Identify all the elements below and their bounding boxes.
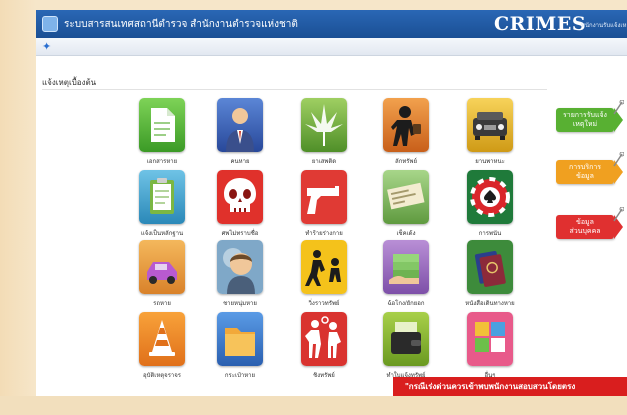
personal-info-label: ข้อมูล ส่วนบุคคล — [569, 219, 601, 235]
tile-label: ชิงทรัพย์ — [313, 373, 335, 379]
title-bar: ระบบสารสนเทศสถานีตำรวจ สำนักงานตำรวจแห่ง… — [36, 10, 627, 38]
robbery-icon — [301, 312, 347, 366]
tile-passport-lost[interactable]: หนังสือเดินทางหาย — [460, 240, 520, 320]
check-icon — [383, 170, 429, 224]
car-front-icon — [467, 98, 513, 152]
running-thief-icon — [301, 240, 347, 294]
tile-theft[interactable]: ลักทรัพย์ — [376, 98, 436, 178]
tile-gambling[interactable]: การพนัน — [460, 170, 520, 250]
app-icon — [42, 16, 58, 32]
tile-label: การพนัน — [478, 231, 502, 237]
tile-label: ยาเสพติด — [311, 159, 337, 165]
toolbar: ✦ — [36, 38, 627, 56]
pin-icon — [613, 207, 624, 222]
app-window: ระบบสารสนเทศสถานีตำรวจ สำนักงานตำรวจแห่ง… — [36, 10, 627, 396]
tile-label: ฉ้อโกง/ยักยอก — [387, 301, 425, 307]
section-divider — [42, 89, 547, 90]
tile-label: แจ้งเป็นหลักฐาน — [140, 231, 184, 237]
tile-fraud[interactable]: ฉ้อโกง/ยักยอก — [376, 240, 436, 320]
brand-logo: CRIMES — [494, 13, 587, 35]
tile-narcotics[interactable]: ยาเสพติด — [294, 98, 354, 178]
cannabis-leaf-icon — [301, 98, 347, 152]
tile-assault[interactable]: ทำร้ายร่างกาย — [294, 170, 354, 250]
gun-icon — [301, 170, 347, 224]
tile-label: ยานพาหนะ — [475, 159, 505, 165]
tile-vehicle[interactable]: ยานพาหนะ — [460, 98, 520, 178]
window-title: ระบบสารสนเทศสถานีตำรวจ สำนักงานตำรวจแห่ง… — [64, 19, 298, 30]
tile-label: เช็คเด้ง — [396, 231, 416, 237]
data-service-button[interactable]: การบริการ ข้อมูล — [556, 160, 623, 184]
tile-label: วิ่งราวทรัพย์ — [308, 301, 340, 307]
new-report-list-button[interactable]: รายการรับแจ้ง เหตุใหม่ — [556, 108, 623, 132]
section-title: แจ้งเหตุเบื้องต้น — [42, 78, 97, 87]
traffic-cone-icon — [139, 312, 185, 366]
tile-lost-documents[interactable]: เอกสารหาย — [132, 98, 192, 178]
personal-info-button[interactable]: ข้อมูล ส่วนบุคคล — [556, 215, 623, 239]
sparkle-icon[interactable]: ✦ — [42, 40, 51, 53]
tile-bag-lost[interactable]: กระเป๋าหาย — [210, 312, 270, 392]
tile-young-man-missing[interactable]: ชายหนุ่มหาย — [210, 240, 270, 320]
tile-snatch-theft[interactable]: วิ่งราวทรัพย์ — [294, 240, 354, 320]
left-frame — [0, 0, 36, 415]
face-icon — [217, 240, 263, 294]
wallet-icon — [383, 312, 429, 366]
poker-chip-icon — [467, 170, 513, 224]
toy-car-icon — [139, 240, 185, 294]
tile-car-lost[interactable]: รถหาย — [132, 240, 192, 320]
clipboard-icon — [139, 170, 185, 224]
tile-record[interactable]: แจ้งเป็นหลักฐาน — [132, 170, 192, 250]
tile-label: กระเป๋าหาย — [224, 373, 256, 379]
tile-label: ศพไม่ทราบชื่อ — [221, 231, 259, 237]
tile-label: ทำร้ายร่างกาย — [305, 231, 343, 237]
tile-missing-person[interactable]: คนหาย — [210, 98, 270, 178]
tile-traffic-accident[interactable]: อุบัติเหตุจราจร — [132, 312, 192, 392]
tile-label: หนังสือเดินทางหาย — [465, 301, 515, 307]
tile-label: เอกสารหาย — [146, 159, 178, 165]
bottom-frame — [0, 396, 627, 415]
tile-label: ชายหนุ่มหาย — [223, 301, 257, 307]
tile-label: รถหาย — [153, 301, 171, 307]
thief-icon — [383, 98, 429, 152]
money-stack-icon — [383, 240, 429, 294]
windows-grid-icon — [467, 312, 513, 366]
urgent-notice-banner: "กรณีเร่งด่วนควรเข้าพบพนักงานสอบสวนโดยตร… — [393, 377, 627, 396]
new-report-list-label: รายการรับแจ้ง เหตุใหม่ — [563, 112, 607, 128]
pin-icon — [613, 152, 624, 167]
passport-icon — [467, 240, 513, 294]
tile-label: ลักทรัพย์ — [395, 159, 417, 165]
tile-label: คนหาย — [230, 159, 250, 165]
tile-bounced-check[interactable]: เช็คเด้ง — [376, 170, 436, 250]
tile-unknown-body[interactable]: ศพไม่ทราบชื่อ — [210, 170, 270, 250]
tile-label: อุบัติเหตุจราจร — [142, 373, 182, 379]
document-icon — [139, 98, 185, 152]
data-service-label: การบริการ ข้อมูล — [568, 164, 602, 180]
skull-icon — [217, 170, 263, 224]
person-icon — [217, 98, 263, 152]
user-info: พนักงานรับแจ้งเหตุ 01 : Lo — [581, 23, 627, 29]
folder-bag-icon — [217, 312, 263, 366]
tile-robbery[interactable]: ชิงทรัพย์ — [294, 312, 354, 392]
pin-icon — [613, 100, 624, 115]
